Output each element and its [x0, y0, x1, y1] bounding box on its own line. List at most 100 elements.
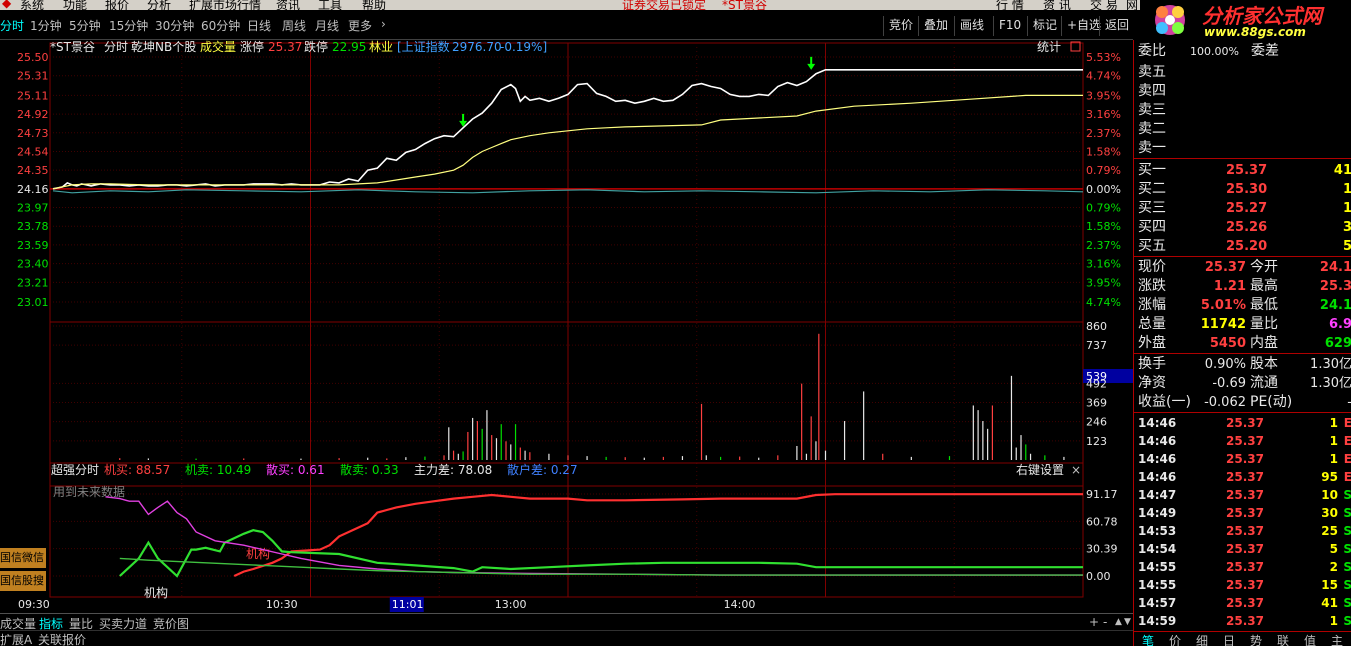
sell-label: 卖二 [1138, 121, 1166, 137]
menu-tab-quote[interactable]: 行 情 [996, 0, 1024, 10]
quote-label: 外盘 [1138, 335, 1166, 351]
buy-price: 25.26 [1226, 220, 1268, 235]
menu-item[interactable]: 系统 [20, 0, 44, 10]
tab-5min[interactable]: 5分钟 [69, 17, 101, 34]
tick-volume: 1 [1329, 416, 1338, 430]
menu-item[interactable]: 资讯 [276, 0, 300, 10]
indicator-value: 机买: 88.57 [104, 463, 170, 477]
fin-row: 换手 0.90% 股本 1.30亿 [1138, 355, 1351, 374]
buy-price: 25.27 [1226, 201, 1268, 216]
app-icon: ◆ [2, 0, 12, 10]
right-click-settings[interactable]: 右键设置 [1016, 462, 1064, 477]
buy-row: 买五 25.20 5 [1138, 237, 1351, 256]
zoom-in-button[interactable]: + [1089, 615, 1099, 629]
tick-side: E [1344, 432, 1351, 450]
detail-tab[interactable]: 主 [1331, 632, 1343, 646]
overlay-button[interactable]: 叠加 [918, 16, 953, 36]
menu-item[interactable]: 扩展市场行情 [189, 0, 261, 10]
fin-value: 1.30亿 [1310, 376, 1351, 391]
buy-volume: 41 [1333, 163, 1351, 178]
buy-row: 买三 25.27 1 [1138, 199, 1351, 218]
menu-tab-web[interactable]: 网 [1126, 0, 1138, 10]
tick-volume: 5 [1329, 542, 1338, 556]
tick-side: S [1343, 504, 1351, 522]
detail-tab[interactable]: 细 [1196, 632, 1208, 646]
tick-time: 14:53 [1138, 524, 1177, 538]
tab-related-quotes[interactable]: 关联报价 [38, 631, 86, 646]
indicator-values: 机买: 88.57 机卖: 10.49 散买: 0.61 散卖: 0.33 主力差: 7… [104, 462, 578, 477]
mark-button[interactable]: 标记 [1027, 16, 1062, 36]
tick-price: 25.37 [1226, 524, 1264, 538]
detail-tab[interactable]: 势 [1250, 632, 1262, 646]
quote-label: 涨幅 [1138, 297, 1166, 313]
tick-row: 14:46 25.37 1E [1138, 450, 1351, 468]
stats-button[interactable]: 统计 [1037, 40, 1061, 54]
tab-expand-a[interactable]: 扩展A [0, 631, 32, 646]
price-tick-label: 23.01 [17, 296, 49, 309]
indicator-header: 超强分时 机买: 88.57 机卖: 10.49 散买: 0.61 散卖: 0.33 主… [51, 462, 1081, 600]
tab-daily[interactable]: 日线 [247, 17, 271, 34]
zoom-out-button[interactable]: - [1103, 615, 1107, 629]
quote-value: 25.3 [1319, 279, 1351, 294]
tab-60min[interactable]: 60分钟 [201, 17, 240, 34]
menu-item[interactable]: 帮助 [362, 0, 386, 10]
buy-label: 买二 [1138, 181, 1166, 197]
draw-line-button[interactable]: 画线 [954, 16, 989, 36]
weibi-value: 100.00% [1190, 45, 1239, 58]
tab-30min[interactable]: 30分钟 [155, 17, 194, 34]
f10-button[interactable]: F10 [993, 16, 1026, 36]
tick-time: 14:46 [1138, 416, 1177, 430]
menu-item[interactable]: 功能 [63, 0, 87, 10]
divider [1134, 353, 1351, 354]
indicator-tick-label: 30.39 [1086, 543, 1118, 556]
menu-tab-trade[interactable]: 交 易 [1090, 0, 1118, 10]
tab-monthly[interactable]: 月线 [315, 17, 339, 34]
tick-side: E [1344, 450, 1351, 468]
tick-time: 14:59 [1138, 614, 1177, 628]
tab-more[interactable]: 更多 [348, 17, 372, 34]
tick-volume: 1 [1329, 434, 1338, 448]
detail-tab[interactable]: 日 [1223, 632, 1235, 646]
pct-tick-label: 1.58% [1086, 220, 1121, 233]
back-button[interactable]: 返回 [1099, 16, 1134, 36]
tab-guoxin-wechat[interactable]: 国信微信 [0, 548, 46, 568]
scroll-down-icon[interactable]: ▼ [1124, 617, 1131, 627]
header-limit-up: 25.37 [268, 40, 302, 54]
quote-label: 现价 [1138, 259, 1166, 275]
tab-guoxin-search[interactable]: 国信股搜 [0, 571, 46, 591]
time-tick-label: 13:00 [495, 598, 527, 611]
detail-tab[interactable]: 笔 [1142, 632, 1154, 646]
quote-label: 量比 [1250, 316, 1278, 332]
pct-tick-label: 4.74% [1086, 70, 1121, 83]
divider [1134, 412, 1351, 413]
tab-15min[interactable]: 15分钟 [109, 17, 148, 34]
menu-tab-news[interactable]: 资 讯 [1043, 0, 1071, 10]
fin-row: 净资 -0.69 流通 1.30亿 [1138, 374, 1351, 393]
buy-volume: 5 [1343, 237, 1351, 256]
indicator-lines [105, 493, 1083, 578]
menu-item[interactable]: 报价 [105, 0, 129, 10]
tab-intraday[interactable]: 分时 [0, 17, 24, 34]
indicator-title: 超强分时 [51, 462, 99, 477]
detail-tab[interactable]: 值 [1304, 632, 1316, 646]
more-arrow-icon[interactable]: › [381, 17, 386, 31]
lock-alert: 证券交易已锁定 [622, 0, 707, 10]
close-icon[interactable]: × [1071, 463, 1081, 477]
scroll-up-icon[interactable]: ▲ [1115, 617, 1122, 627]
tick-volume: 30 [1321, 506, 1338, 520]
tick-row: 14:54 25.37 5S [1138, 540, 1351, 558]
fin-value: 0.90% [1204, 357, 1246, 372]
tab-1min[interactable]: 1分钟 [30, 17, 62, 34]
flower-icon [1155, 5, 1185, 35]
detail-tab[interactable]: 价 [1169, 632, 1181, 646]
tick-time: 14:55 [1138, 578, 1177, 592]
fin-label: 换手 [1138, 356, 1166, 372]
tab-weekly[interactable]: 周线 [282, 17, 306, 34]
quote-row: 外盘 5450 内盘 629 [1138, 334, 1351, 353]
intraday-chart[interactable]: *ST景谷 分时 乾坤NB个股 成交量 涨停 25.37 跌停 22.95 林业… [0, 40, 1133, 613]
quote-row: 总量 11742 量比 6.9 [1138, 315, 1351, 334]
menu-item[interactable]: 工具 [318, 0, 342, 10]
menu-item[interactable]: 分析 [147, 0, 171, 10]
auction-button[interactable]: 竞价 [883, 16, 918, 36]
detail-tab[interactable]: 联 [1277, 632, 1289, 646]
